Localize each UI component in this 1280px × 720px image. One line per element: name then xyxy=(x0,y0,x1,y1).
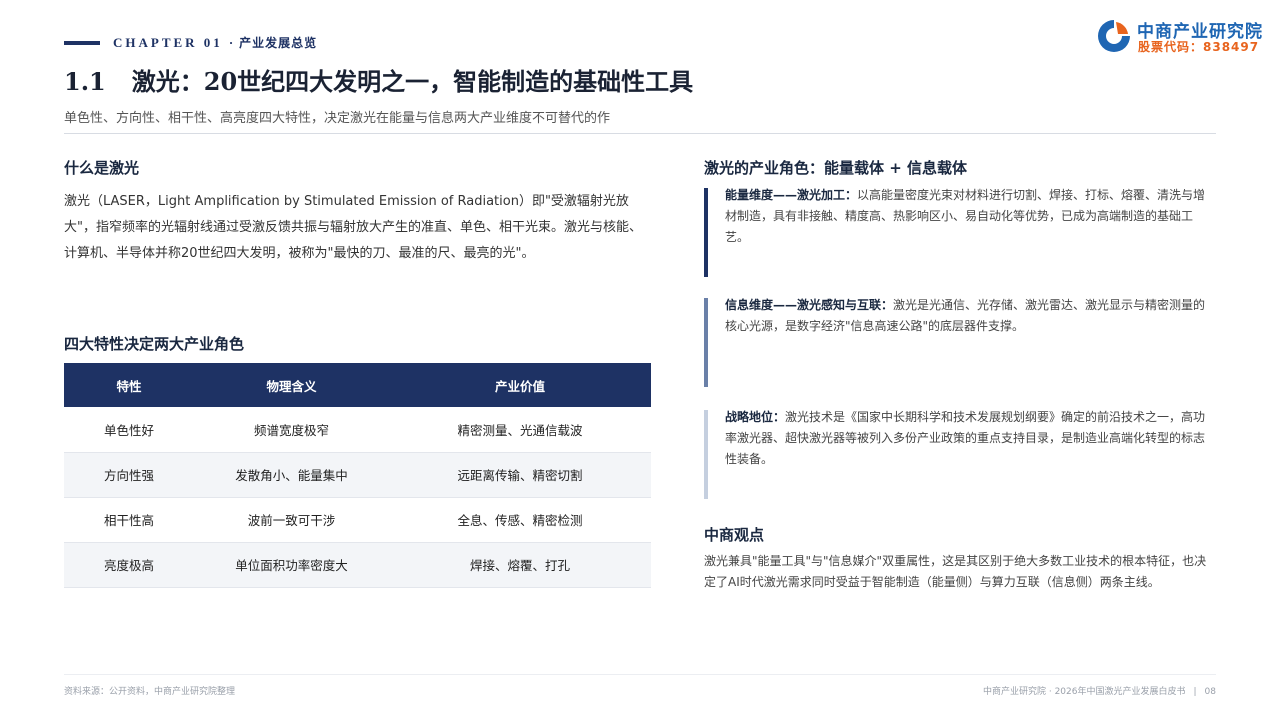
footer-publication: 中商产业研究院 · 2026年中国激光产业发展白皮书 xyxy=(983,687,1186,697)
table-row: 相干性高 波前一致可干涉 全息、传感、精密检测 xyxy=(64,497,651,543)
chapter-separator: · xyxy=(228,35,234,50)
what-is-laser-body: 激光（LASER，Light Amplification by Stimulat… xyxy=(64,194,642,261)
table-cell: 相干性高 xyxy=(64,497,194,543)
table-header-cell: 特性 xyxy=(64,363,194,407)
table-cell: 远距离传输、精密切割 xyxy=(389,452,651,498)
table-cell: 精密测量、光通信载波 xyxy=(389,407,651,453)
footer-info: 中商产业研究院 · 2026年中国激光产业发展白皮书 | 08 xyxy=(983,684,1216,697)
table-header-row: 特性 物理含义 产业价值 xyxy=(64,363,651,407)
logo-icon xyxy=(1098,20,1130,52)
table-cell: 方向性强 xyxy=(64,452,194,498)
chapter-title: 产业发展总览 xyxy=(239,36,318,50)
table-cell: 单色性好 xyxy=(64,407,194,453)
card-accent-bar xyxy=(704,298,708,387)
strategic-position-card: 战略地位：激光技术是《国家中长期科学和技术发展规划纲要》确定的前沿技术之一，高功… xyxy=(704,410,1216,499)
table-row: 方向性强 发散角小、能量集中 远距离传输、精密切割 xyxy=(64,452,651,498)
card-label: 信息维度——激光感知与互联： xyxy=(725,298,894,312)
table-cell: 频谱宽度极窄 xyxy=(194,407,389,453)
card-label: 能量维度——激光加工： xyxy=(725,188,858,202)
footer-separator: | xyxy=(1193,687,1197,697)
table-header-cell: 物理含义 xyxy=(194,363,389,407)
what-is-laser-heading: 什么是激光 xyxy=(64,159,140,177)
section-title: 激光：20世纪四大发明之一，智能制造的基础性工具 xyxy=(131,67,694,96)
table-cell: 波前一致可干涉 xyxy=(194,497,389,543)
table-cell: 焊接、熔覆、打孔 xyxy=(389,542,651,588)
footer-source: 资料来源：公开资料，中商产业研究院整理 xyxy=(64,687,236,697)
company-logo: 中商产业研究院 股票代码：838497 xyxy=(1096,16,1276,58)
information-dimension-card: 信息维度——激光感知与互联：激光是光通信、光存储、激光雷达、激光显示与精密测量的… xyxy=(704,298,1216,387)
section-number: 1.1 xyxy=(64,67,106,96)
card-accent-bar xyxy=(704,188,708,277)
chapter-label: CHAPTER 01 · 产业发展总览 xyxy=(113,34,317,51)
table-row: 单色性好 频谱宽度极窄 精密测量、光通信载波 xyxy=(64,407,651,453)
table-heading: 四大特性决定两大产业角色 xyxy=(64,335,245,353)
table-cell: 全息、传感、精密检测 xyxy=(389,497,651,543)
header-divider xyxy=(64,133,1216,134)
card-label: 战略地位： xyxy=(725,410,786,424)
energy-dimension-card: 能量维度——激光加工：以高能量密度光束对材料进行切割、焊接、打标、熔覆、清洗与增… xyxy=(704,188,1216,277)
page-number: 08 xyxy=(1204,687,1216,697)
card-text: 信息维度——激光感知与互联：激光是光通信、光存储、激光雷达、激光显示与精密测量的… xyxy=(725,295,1215,337)
table-row: 亮度极高 单位面积功率密度大 焊接、熔覆、打孔 xyxy=(64,542,651,588)
table-cell: 单位面积功率密度大 xyxy=(194,542,389,588)
table-cell: 亮度极高 xyxy=(64,542,194,588)
card-text: 能量维度——激光加工：以高能量密度光束对材料进行切割、焊接、打标、熔覆、清洗与增… xyxy=(725,185,1215,248)
logo-stock-code: 股票代码：838497 xyxy=(1138,40,1260,54)
card-body: 激光技术是《国家中长期科学和技术发展规划纲要》确定的前沿技术之一，高功率激光器、… xyxy=(725,410,1206,466)
footer-divider xyxy=(64,674,1216,675)
chapter-number: CHAPTER 01 xyxy=(113,35,223,50)
opinion-heading: 中商观点 xyxy=(704,526,765,544)
opinion-text: 激光兼具"能量工具"与"信息媒介"双重属性，这是其区别于绝大多数工业技术的根本特… xyxy=(704,554,1207,589)
table-header-cell: 产业价值 xyxy=(389,363,651,407)
chapter-accent-bar xyxy=(64,41,100,45)
card-accent-bar xyxy=(704,410,708,499)
page-subtitle: 单色性、方向性、相干性、高亮度四大特性，决定激光在能量与信息两大产业维度不可替代… xyxy=(64,111,611,126)
characteristics-table: 特性 物理含义 产业价值 单色性好 频谱宽度极窄 精密测量、光通信载波 方向性强… xyxy=(64,363,651,588)
page-title: 1.1 激光：20世纪四大发明之一，智能制造的基础性工具 xyxy=(64,62,693,97)
table-cell: 发散角小、能量集中 xyxy=(194,452,389,498)
card-text: 战略地位：激光技术是《国家中长期科学和技术发展规划纲要》确定的前沿技术之一，高功… xyxy=(725,407,1215,470)
industry-role-heading: 激光的产业角色：能量载体 + 信息载体 xyxy=(704,159,968,177)
